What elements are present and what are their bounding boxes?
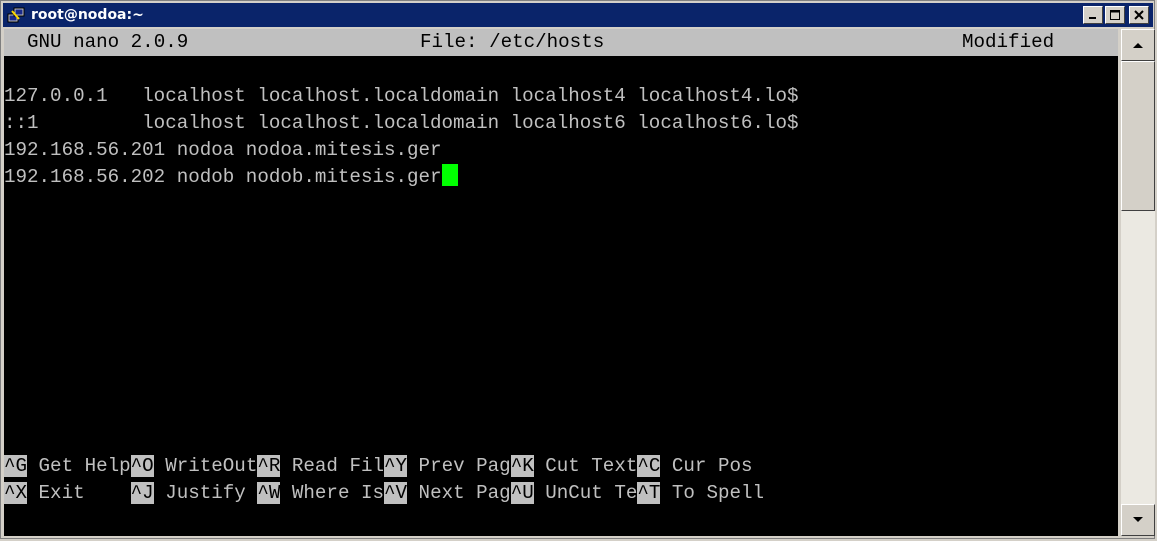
- terminal-screen[interactable]: GNU nano 2.0.9 File: /etc/hosts Modified 1…: [4, 29, 1118, 536]
- scrollbar-thumb[interactable]: [1121, 61, 1155, 211]
- shortcut-label: To Spell: [660, 482, 765, 504]
- shortcut-key: ^Y: [384, 455, 408, 477]
- putty-window: root@nodoa:~ GNU nano 2.0.9 File: /etc/ho…: [0, 0, 1155, 539]
- shortcut-key: ^G: [4, 455, 28, 477]
- shortcut-bar-1: ^G Get Help^O WriteOut^R Read Fil^Y Prev…: [4, 453, 753, 480]
- shortcut-bar-2: ^X Exit ^J Justify ^W Where Is^V Next Pa…: [4, 480, 764, 507]
- shortcut-key: ^C: [637, 455, 661, 477]
- nano-modified-status: Modified: [962, 31, 1055, 53]
- shortcut-label: Next Pag: [407, 482, 511, 504]
- shortcut-key: ^W: [257, 482, 281, 504]
- minimize-button[interactable]: [1083, 6, 1103, 24]
- maximize-button[interactable]: [1105, 6, 1125, 24]
- shortcut-key: ^R: [257, 455, 281, 477]
- shortcut-label: WriteOut: [153, 455, 258, 477]
- editor-line: ::1 localhost localhost.localdomain loca…: [4, 112, 799, 134]
- shortcut-label: Cur Pos: [660, 455, 753, 477]
- shortcut-label: Cut Text: [533, 455, 638, 477]
- shortcut-label: Prev Pag: [407, 455, 511, 477]
- arrow-down-icon: [1133, 517, 1143, 522]
- arrow-up-icon: [1133, 43, 1143, 48]
- shortcut-label: Get Help: [27, 455, 131, 477]
- scroll-down-button[interactable]: [1121, 504, 1155, 536]
- shortcut-label: Exit: [27, 482, 131, 504]
- title-bar[interactable]: root@nodoa:~: [3, 3, 1153, 27]
- shortcut-key: ^J: [130, 482, 154, 504]
- putty-icon: [7, 7, 25, 23]
- vertical-scrollbar[interactable]: [1121, 29, 1155, 536]
- shortcut-label: Read Fil: [280, 455, 385, 477]
- editor-line-current: 192.168.56.202 nodob nodob.mitesis.ger: [4, 164, 458, 191]
- text-cursor: [441, 164, 458, 187]
- shortcut-key: ^U: [510, 482, 534, 504]
- shortcut-label: Where Is: [280, 482, 385, 504]
- close-button[interactable]: [1129, 6, 1149, 24]
- shortcut-label: UnCut Te: [533, 482, 638, 504]
- close-icon: [1134, 10, 1144, 20]
- editor-line: 192.168.56.201 nodoa nodoa.mitesis.ger: [4, 139, 442, 161]
- shortcut-key: ^X: [4, 482, 28, 504]
- shortcut-label: Justify: [153, 482, 258, 504]
- scroll-up-button[interactable]: [1121, 29, 1155, 61]
- shortcut-key: ^K: [510, 455, 534, 477]
- minimize-icon: [1089, 17, 1096, 19]
- shortcut-key: ^O: [130, 455, 154, 477]
- window-title: root@nodoa:~: [31, 7, 144, 23]
- editor-line: 127.0.0.1 localhost localhost.localdomai…: [4, 85, 799, 107]
- shortcut-key: ^T: [637, 482, 661, 504]
- nano-filename: File: /etc/hosts: [420, 31, 605, 53]
- nano-version: GNU nano 2.0.9: [27, 31, 189, 53]
- maximize-icon: [1110, 10, 1120, 20]
- nano-header-bar: GNU nano 2.0.9 File: /etc/hosts Modified: [4, 29, 1118, 56]
- shortcut-key: ^V: [384, 482, 408, 504]
